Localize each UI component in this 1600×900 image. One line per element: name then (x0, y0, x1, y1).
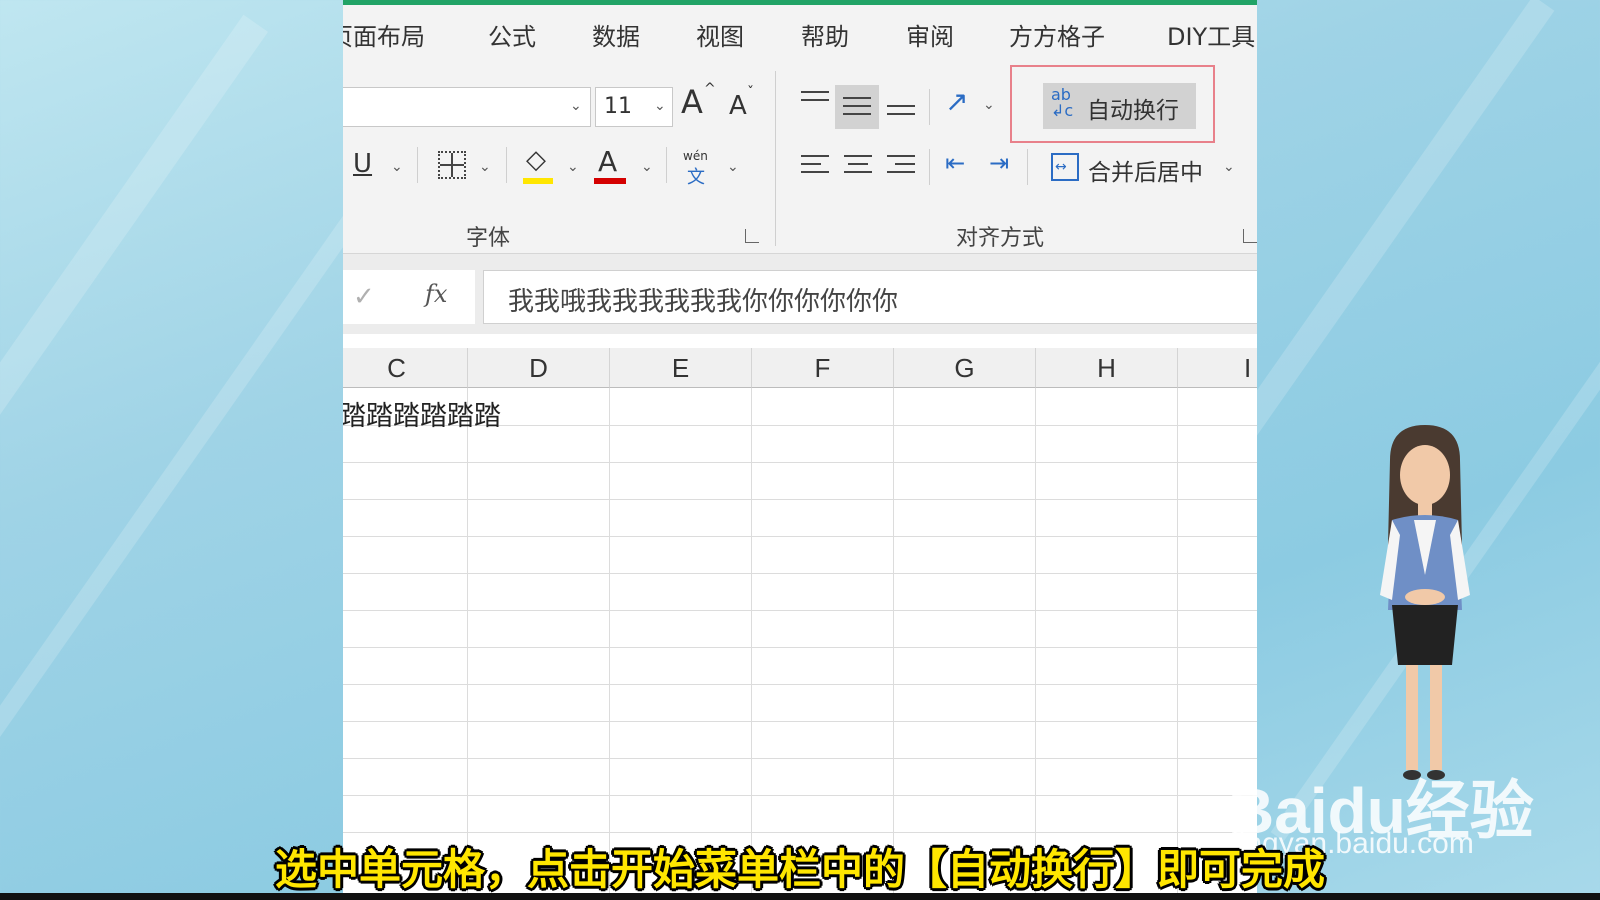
dialog-launcher-icon[interactable] (745, 229, 759, 243)
chevron-down-icon[interactable]: ⌄ (1223, 159, 1235, 175)
font-size-value: 11 (604, 94, 632, 119)
shrink-arrow-icon: ˇ (747, 85, 754, 101)
orientation-icon[interactable]: ↗ (945, 85, 968, 118)
fx-icon[interactable]: fx (425, 280, 447, 308)
row-gridline (343, 721, 1257, 722)
tab-page-layout[interactable]: 页面布局 (343, 17, 425, 52)
fill-color-bar (523, 178, 553, 184)
tab-review[interactable]: 审阅 (906, 17, 954, 52)
divider (929, 149, 930, 185)
row-gridline (343, 795, 1257, 796)
grow-font-button[interactable]: A (681, 83, 703, 121)
column-header-d[interactable]: D (468, 348, 610, 388)
divider (417, 147, 418, 183)
bottom-bar (0, 893, 1600, 900)
subtitle-caption: 选中单元格，点击开始菜单栏中的【自动换行】即可完成 (274, 845, 1325, 894)
formula-content: 我我哦我我我我我我你你你你你你 (508, 287, 899, 317)
align-top-icon[interactable] (801, 91, 829, 107)
column-gridline (1177, 388, 1178, 895)
row-gridline (343, 684, 1257, 685)
row-gridline (343, 758, 1257, 759)
column-header-f[interactable]: F (752, 348, 894, 388)
tab-view[interactable]: 视图 (696, 17, 744, 52)
wrap-text-icon: ab ↲c (1051, 85, 1074, 120)
column-header-h[interactable]: H (1036, 348, 1178, 388)
tab-fangfanggezi[interactable]: 方方格子 (1009, 17, 1105, 52)
align-right-icon[interactable] (887, 155, 915, 179)
ribbon: ⌄ 11 ⌄ A ^ A ˇ U ⌄ ⌄ ◇ ⌄ A ⌄ wén 文 ⌄ 字体 (343, 63, 1257, 254)
row-gridline (343, 536, 1257, 537)
tab-help[interactable]: 帮助 (801, 17, 849, 52)
row-gridline (343, 462, 1257, 463)
menu-bar: 页面布局 公式 数据 视图 帮助 审阅 方方格子 DIY工具 (343, 5, 1257, 63)
row-gridline (343, 573, 1257, 574)
divider (929, 89, 930, 125)
row-gridline (343, 647, 1257, 648)
align-middle-button[interactable] (835, 85, 879, 129)
align-middle-icon (843, 97, 871, 121)
spreadsheet-grid: C D E F G H I 踏踏踏踏踏踏 (343, 348, 1257, 895)
shrink-font-button[interactable]: A (729, 91, 747, 121)
column-gridline (1035, 388, 1036, 895)
chevron-down-icon[interactable]: ⌄ (983, 97, 995, 113)
font-color-button[interactable]: A (598, 145, 617, 178)
column-header-g[interactable]: G (894, 348, 1036, 388)
row-gridline (343, 499, 1257, 500)
align-center-icon[interactable] (844, 155, 872, 179)
chevron-down-icon[interactable]: ⌄ (391, 159, 403, 175)
column-gridline (609, 388, 610, 895)
underline-button[interactable]: U (353, 149, 372, 179)
wrap-text-button[interactable]: ab ↲c 自动换行 (1043, 83, 1196, 129)
grow-arrow-icon: ^ (704, 81, 716, 97)
alignment-group-label: 对齐方式 (956, 226, 1045, 251)
align-bottom-icon[interactable] (887, 105, 915, 121)
column-gridline (751, 388, 752, 895)
formula-bar: ✓ fx 我我哦我我我我我我你你你你你你 (343, 254, 1257, 334)
chevron-down-icon: ⌄ (654, 98, 666, 114)
decrease-indent-icon[interactable]: ⇤ (945, 149, 965, 177)
phonetic-top: wén (683, 149, 708, 163)
formula-actions: ✓ fx (343, 270, 475, 324)
align-left-icon[interactable] (801, 155, 829, 179)
row-gridline (343, 832, 1257, 833)
column-header-e[interactable]: E (610, 348, 752, 388)
font-name-input[interactable]: ⌄ (343, 87, 591, 127)
divider (506, 147, 507, 183)
column-header-i[interactable]: I (1178, 348, 1257, 388)
font-size-input[interactable]: 11 ⌄ (595, 87, 673, 127)
chevron-down-icon[interactable]: ⌄ (641, 159, 653, 175)
chevron-down-icon[interactable]: ⌄ (479, 159, 491, 175)
borders-icon[interactable] (438, 151, 466, 179)
presenter-avatar (1380, 425, 1470, 780)
row-gridline (343, 610, 1257, 611)
phonetic-icon[interactable]: 文 (687, 163, 705, 189)
font-group-label: 字体 (466, 226, 511, 251)
merge-center-icon[interactable]: ↔ (1051, 153, 1079, 181)
divider (666, 147, 667, 183)
column-header-c[interactable]: C (343, 348, 468, 388)
tab-data[interactable]: 数据 (592, 17, 640, 52)
font-color-bar (594, 178, 626, 184)
dialog-launcher-icon[interactable] (1243, 229, 1257, 243)
fill-color-icon[interactable]: ◇ (526, 145, 546, 175)
increase-indent-icon[interactable]: ⇥ (989, 149, 1009, 177)
tab-formulas[interactable]: 公式 (488, 17, 536, 52)
wrap-text-label: 自动换行 (1087, 98, 1179, 124)
chevron-down-icon[interactable]: ⌄ (567, 159, 579, 175)
merge-center-label[interactable]: 合并后居中 (1088, 153, 1203, 187)
divider (1027, 149, 1028, 185)
column-gridline (893, 388, 894, 895)
column-gridline (467, 388, 468, 895)
excel-window: 页面布局 公式 数据 视图 帮助 审阅 方方格子 DIY工具 ⌄ 11 ⌄ A … (343, 0, 1257, 895)
formula-input[interactable]: 我我哦我我我我我我你你你你你你 (483, 270, 1257, 324)
confirm-icon[interactable]: ✓ (353, 282, 375, 312)
chevron-down-icon[interactable]: ⌄ (727, 159, 739, 175)
chevron-down-icon: ⌄ (570, 98, 582, 114)
tab-diy-tools[interactable]: DIY工具 (1167, 17, 1255, 52)
group-divider (775, 71, 776, 246)
cell-c2-text[interactable]: 踏踏踏踏踏踏 (343, 394, 501, 433)
